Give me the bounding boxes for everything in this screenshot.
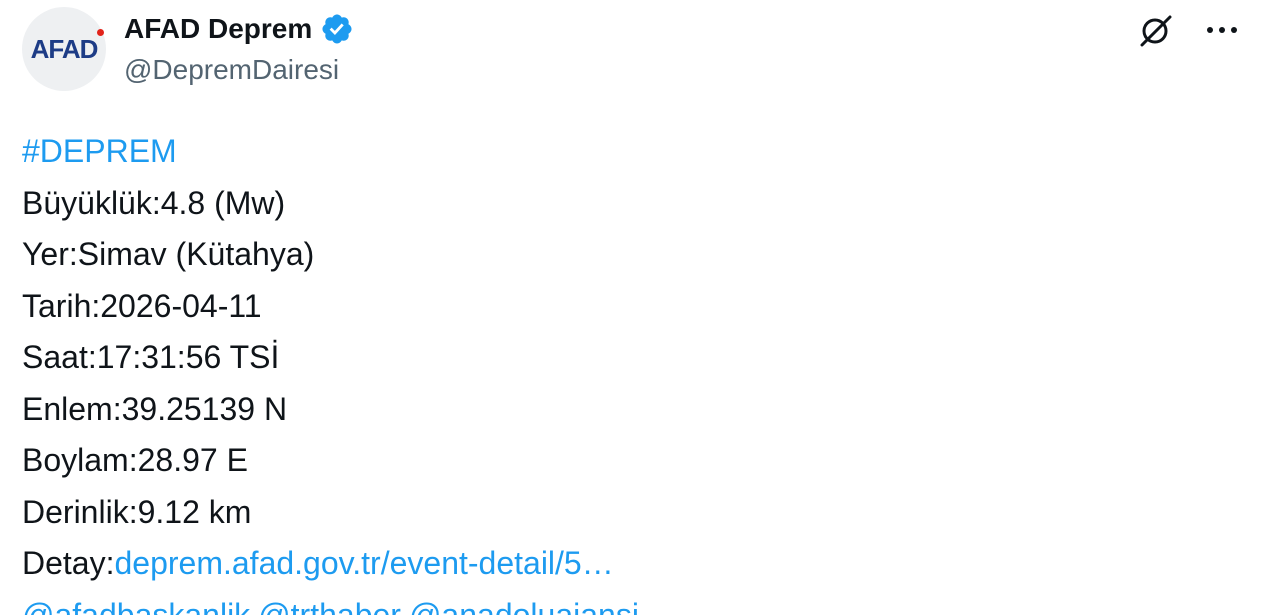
display-name[interactable]: AFAD Deprem xyxy=(124,13,312,45)
logo-dot xyxy=(97,28,105,36)
time-line: Saat:17:31:56 TSİ xyxy=(22,339,280,375)
detail-line: Detay:deprem.afad.gov.tr/event-detail/5… xyxy=(22,538,1258,590)
afad-logo-text: AFAD xyxy=(30,33,99,64)
magnitude-line: Büyüklük:4.8 (Mw) xyxy=(22,184,286,221)
location-line: Yer:Simav (Kütahya) xyxy=(22,236,315,272)
avatar[interactable]: AFAD xyxy=(22,7,106,91)
mention-anadoluajansi[interactable]: @anadoluajansi xyxy=(409,597,639,615)
grok-icon[interactable] xyxy=(1136,10,1176,50)
more-horizontal-icon[interactable] xyxy=(1202,10,1242,50)
tweet-text: #DEPREM Büyüklük:4.8 (Mw) Yer:Simav (Küt… xyxy=(22,126,1258,615)
depth-line: Derinlik:9.12 km xyxy=(22,493,252,530)
detail-label: Detay: xyxy=(22,545,115,581)
author-name-row: AFAD Deprem xyxy=(124,12,354,46)
afad-logo: AFAD xyxy=(30,28,105,65)
date-line: Tarih:2026-04-11 xyxy=(22,287,262,324)
tweet: AFAD AFAD Deprem @DepremDairesi #DEPREM … xyxy=(0,0,1280,615)
mention-afadbaskanlik[interactable]: @afadbaskanlik xyxy=(22,597,250,615)
latitude-line: Enlem:39.25139 N xyxy=(22,390,288,427)
handle[interactable]: @DepremDairesi xyxy=(124,54,339,86)
detail-link[interactable]: deprem.afad.gov.tr/event-detail/5… xyxy=(114,545,613,581)
verified-badge-icon[interactable] xyxy=(320,12,354,46)
mention-trthaber[interactable]: @trthaber xyxy=(258,597,401,615)
tweet-actions xyxy=(1136,10,1242,50)
hashtag-link[interactable]: #DEPREM xyxy=(22,133,177,169)
mentions-line: @afadbaskanlik @trthaber @anadoluajansi xyxy=(22,590,1258,615)
longitude-line: Boylam:28.97 E xyxy=(22,442,248,478)
